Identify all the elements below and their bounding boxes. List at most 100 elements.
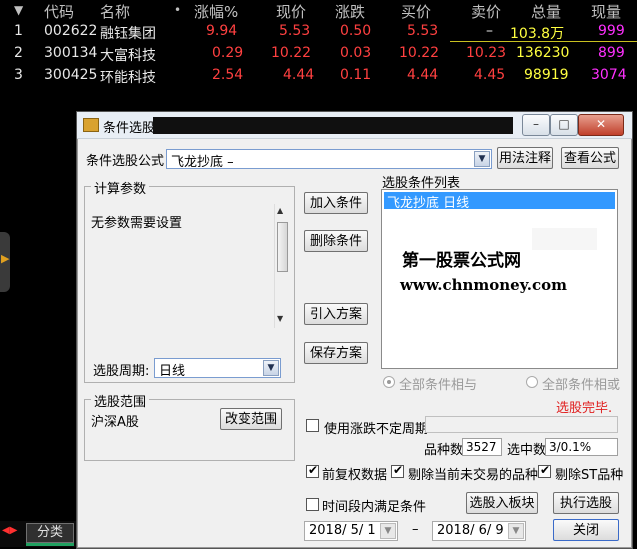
stock-current-volume: 899 [598, 45, 625, 61]
watermark-title: 第一股票公式网 [402, 251, 521, 271]
table-row[interactable]: 2 300134 大富科技 0.29 10.22 0.03 10.22 10.2… [0, 43, 637, 65]
date-to-picker[interactable]: 2018/ 6/ 9 ▼ [432, 521, 526, 541]
chevron-down-icon[interactable]: ▼ [474, 151, 490, 167]
radio-or[interactable] [526, 376, 538, 388]
import-plan-button[interactable]: 引入方案 [304, 303, 368, 325]
stock-pct: 2.54 [212, 67, 244, 83]
execute-button[interactable]: 执行选股 [553, 492, 619, 514]
date-from-picker[interactable]: 2018/ 5/ 1 ▼ [304, 521, 398, 541]
time-range-checkbox[interactable] [306, 498, 319, 511]
minimize-button[interactable]: – [522, 114, 550, 136]
no-params-text: 无参数需要设置 [91, 216, 183, 231]
chevron-down-icon[interactable]: ▼ [508, 523, 524, 539]
radio-or-label: 全部条件相或 [542, 378, 621, 393]
stock-code: 300134 [44, 45, 98, 61]
stock-change: 0.50 [340, 23, 372, 39]
pre-adjust-checkbox[interactable]: ✔ [306, 463, 319, 478]
stock-bid: 4.44 [407, 67, 439, 83]
stock-bid: 10.22 [399, 45, 440, 61]
to-block-button[interactable]: 选股入板块 [466, 492, 538, 514]
params-scrollbar[interactable]: ▲ ▼ [274, 204, 290, 328]
chevron-down-icon[interactable]: ▼ [380, 523, 396, 539]
stock-ask: – [486, 23, 493, 39]
stock-price: 4.44 [283, 67, 315, 83]
stock-pct: 0.29 [212, 45, 244, 61]
stock-current-volume: 999 [598, 23, 625, 39]
usage-note-button[interactable]: 用法注释 [497, 147, 553, 169]
scroll-down-icon[interactable]: ▼ [277, 314, 283, 323]
stock-volume: 98919 [524, 67, 569, 83]
date-to-value: 2018/ 6/ 9 [437, 523, 504, 538]
stock-volume: 136230 [516, 45, 570, 61]
stock-code: 002622 [44, 23, 98, 39]
close-window-button[interactable]: ✕ [578, 114, 624, 136]
condition-list-item[interactable]: 飞龙抄底 日线 [384, 192, 615, 211]
delete-condition-button[interactable]: 删除条件 [304, 230, 368, 252]
change-range-button[interactable]: 改变范围 [220, 408, 282, 430]
period-select-value: 日线 [159, 364, 186, 379]
status-text: 选股完毕. [556, 401, 613, 416]
bottom-indicator [26, 543, 74, 546]
exclude-st-checkbox[interactable]: ✔ [538, 463, 551, 478]
folder-icon [83, 118, 99, 132]
variable-period-label: 使用涨跌不定周期 [324, 422, 429, 437]
selected-count: 3/0.1% [545, 438, 618, 456]
side-collapse-handle[interactable]: ▶ [0, 232, 10, 292]
dialog-titlebar[interactable]: 条件选股 – □ ✕ [77, 112, 632, 139]
species-count: 3527 [462, 438, 502, 456]
time-range-label: 时间段内满足条件 [322, 500, 427, 515]
col-change[interactable]: 涨跌 [335, 1, 365, 22]
exclude-untraded-checkbox[interactable]: ✔ [391, 463, 404, 478]
col-current-volume[interactable]: 现量 [591, 1, 621, 22]
stock-ask: 4.45 [474, 67, 506, 83]
watermark-url: www.chnmoney.com [400, 276, 567, 294]
stock-code: 300425 [44, 67, 98, 83]
blur-patch [532, 228, 597, 250]
stock-name: 大富科技 [100, 48, 156, 64]
radio-and-label: 全部条件相与 [399, 378, 478, 393]
period-label: 选股周期: [93, 364, 150, 379]
chevron-down-icon[interactable]: ▼ [263, 360, 279, 376]
condition-list[interactable]: 飞龙抄底 日线 第一股票公式网 www.chnmoney.com [381, 189, 618, 369]
range-title: 选股范围 [91, 391, 150, 410]
col-bid[interactable]: 买价 [401, 1, 431, 22]
date-separator: – [412, 522, 419, 537]
formula-label: 条件选股公式 [86, 154, 165, 169]
maximize-button[interactable]: □ [550, 114, 578, 136]
stock-ask: 10.23 [466, 45, 507, 61]
period-select[interactable]: 日线 ▼ [154, 358, 281, 379]
tab-category[interactable]: 分类 [26, 523, 74, 543]
col-code[interactable]: 代码 [44, 1, 74, 22]
range-value: 沪深A股 [91, 415, 139, 430]
bottom-bar: ◀▶ 分类 [0, 521, 76, 547]
row-index: 1 [14, 23, 23, 39]
col-pct[interactable]: 涨幅% [194, 1, 238, 22]
arrow-left-icon[interactable]: ◀▶ [2, 525, 17, 536]
row-index: 2 [14, 45, 23, 61]
col-price[interactable]: 现价 [276, 1, 306, 22]
arrow-right-icon: ▶ [1, 252, 10, 265]
title-redacted [153, 117, 513, 134]
save-plan-button[interactable]: 保存方案 [304, 342, 368, 364]
close-button[interactable]: 关闭 [553, 519, 619, 541]
dot-icon: • [174, 3, 182, 17]
exclude-st-label: 剔除ST品种 [555, 468, 624, 483]
scroll-thumb[interactable] [277, 222, 288, 272]
col-ask[interactable]: 卖价 [471, 1, 501, 22]
variable-period-checkbox[interactable] [306, 419, 319, 432]
stock-current-volume: 3074 [591, 67, 627, 83]
stock-change: 0.03 [340, 45, 372, 61]
view-formula-button[interactable]: 查看公式 [561, 147, 619, 169]
col-volume[interactable]: 总量 [531, 1, 561, 22]
add-condition-button[interactable]: 加入条件 [304, 192, 368, 214]
condition-item-label: 飞龙抄底 日线 [387, 196, 470, 211]
species-label: 品种数 [424, 443, 464, 458]
table-row[interactable]: 1 002622 融钰集团 9.94 5.53 0.50 5.53 – 103.… [0, 21, 637, 43]
radio-and[interactable] [383, 376, 395, 388]
table-row[interactable]: 3 300425 环能科技 2.54 4.44 0.11 4.44 4.45 9… [0, 65, 637, 87]
formula-select[interactable]: 飞龙抄底 – ▼ [166, 149, 492, 170]
scroll-up-icon[interactable]: ▲ [277, 206, 283, 215]
col-name[interactable]: 名称 [100, 1, 130, 22]
row-index: 3 [14, 67, 23, 83]
sort-down-icon: ▼ [14, 3, 24, 17]
